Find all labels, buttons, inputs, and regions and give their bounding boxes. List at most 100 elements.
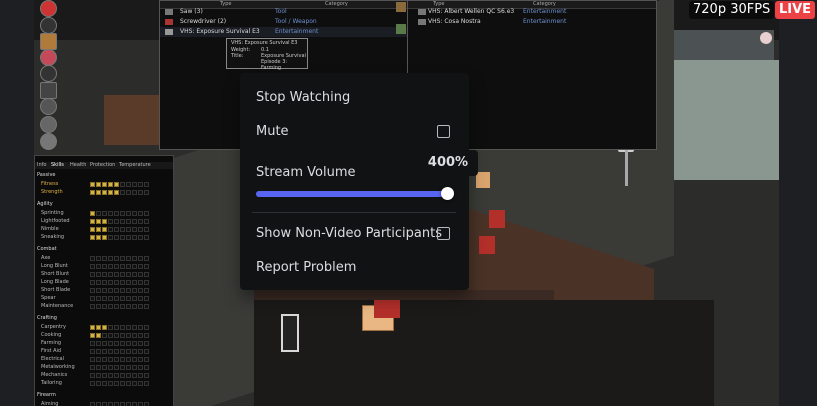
stream-volume-slider[interactable]: [256, 187, 454, 200]
skill-level-box: [138, 325, 143, 330]
skill-level-box: [126, 227, 131, 232]
skill-level-box: [132, 357, 137, 362]
map-icon[interactable]: [40, 82, 57, 99]
skill-level-box: [90, 280, 95, 285]
menu-divider: [252, 212, 456, 213]
skill-level-box: [126, 235, 131, 240]
skill-level-box: [108, 349, 113, 354]
skill-level-box: [90, 288, 95, 293]
skill-level-box: [108, 182, 113, 187]
skill-level-box: [108, 381, 113, 386]
skill-level-box: [132, 333, 137, 338]
skill-section-title: Agility: [37, 201, 53, 207]
menu-item-report-problem[interactable]: Report Problem: [256, 260, 356, 275]
skill-level-box: [114, 288, 119, 293]
skill-level-box: [90, 272, 95, 277]
live-badge: LIVE: [775, 1, 816, 19]
container-icon[interactable]: [396, 2, 406, 12]
skill-level-box: [120, 373, 125, 378]
list-item[interactable]: VHS: Cosa Nostra Entertainment: [408, 17, 656, 27]
skill-level-box: [144, 235, 149, 240]
menu-item-stop-watching[interactable]: Stop Watching: [256, 90, 350, 105]
character-skills-panel: Info Skills Health Protection Temperatur…: [34, 155, 174, 406]
item-tooltip: VHS: Exposure Survival E3 Weight: 0.1 Ti…: [226, 38, 308, 71]
skill-level-box: [132, 211, 137, 216]
skill-level-box: [120, 365, 125, 370]
container-icon[interactable]: [396, 24, 406, 34]
skill-level-box: [108, 288, 113, 293]
skill-level-box: [126, 333, 131, 338]
skill-level-box: [114, 341, 119, 346]
skill-level-bar: [90, 304, 150, 309]
skill-level-box: [126, 373, 131, 378]
empty-slot-icon[interactable]: [40, 17, 57, 34]
skill-level-box: [102, 235, 107, 240]
vhs-icon: [418, 9, 426, 15]
skill-level-bar: [90, 235, 150, 240]
screwdriver-icon: [165, 19, 173, 25]
skill-level-box: [108, 333, 113, 338]
skill-level-bar: [90, 264, 150, 269]
health-icon[interactable]: [40, 0, 57, 17]
skill-row-label: Spear: [41, 295, 56, 301]
skill-level-box: [126, 256, 131, 261]
menu-item-show-non-video-participants[interactable]: Show Non-Video Participants: [256, 226, 442, 241]
skill-level-box: [132, 296, 137, 301]
crafting-icon[interactable]: [40, 65, 57, 82]
tooltip-title-label: Title:: [231, 53, 244, 59]
skill-level-box: [126, 272, 131, 277]
skill-level-box: [114, 357, 119, 362]
search-icon[interactable]: [40, 98, 57, 115]
skill-level-box: [90, 325, 95, 330]
list-item[interactable]: Screwdriver (2) Tool / Weapon: [160, 17, 408, 27]
vhs-icon: [165, 29, 173, 35]
skill-level-box: [102, 365, 107, 370]
stream-quality-badge: 720p 30FPS: [689, 1, 775, 19]
heart-icon[interactable]: [40, 49, 57, 66]
skill-level-box: [114, 235, 119, 240]
skill-level-box: [114, 219, 119, 224]
skill-level-box: [132, 264, 137, 269]
item-category: Entertainment: [275, 28, 319, 35]
tab-skills[interactable]: Skills: [51, 162, 64, 168]
skill-level-bar: [90, 341, 150, 346]
skill-level-box: [102, 357, 107, 362]
skill-level-bar: [90, 365, 150, 370]
skill-level-box: [126, 182, 131, 187]
skill-level-box: [132, 288, 137, 293]
skill-level-box: [144, 190, 149, 195]
stream-context-menu: Stop Watching Mute Stream Volume Show No…: [240, 73, 469, 290]
volume-slider-handle[interactable]: [441, 187, 454, 200]
skill-level-box: [132, 272, 137, 277]
skill-level-box: [144, 256, 149, 261]
menu-item-mute[interactable]: Mute: [256, 124, 289, 139]
skill-level-box: [102, 402, 107, 406]
skill-level-box: [126, 349, 131, 354]
skill-level-box: [126, 381, 131, 386]
show-non-video-checkbox[interactable]: [437, 227, 450, 240]
skill-row-label: First Aid: [41, 348, 62, 354]
skill-level-bar: [90, 219, 150, 224]
list-item[interactable]: Saw (3) Tool: [160, 7, 408, 17]
tab-protection[interactable]: Protection: [90, 162, 115, 168]
skill-level-box: [108, 211, 113, 216]
mute-checkbox[interactable]: [437, 125, 450, 138]
skill-level-box: [90, 256, 95, 261]
inventory-icon[interactable]: [40, 33, 57, 50]
skill-row-label: Sprinting: [41, 210, 64, 216]
volume-tooltip: 400%: [418, 150, 478, 181]
tab-temperature[interactable]: Temperature: [119, 162, 151, 168]
list-item[interactable]: VHS: Albert Wellen QC S6.e3 Entertainmen…: [408, 7, 656, 17]
skill-level-box: [96, 219, 101, 224]
tab-health[interactable]: Health: [70, 162, 86, 168]
skill-level-box: [132, 280, 137, 285]
skill-level-box: [114, 280, 119, 285]
skill-level-box: [138, 235, 143, 240]
character-icon[interactable]: [40, 116, 57, 133]
safety-icon[interactable]: [40, 133, 57, 150]
tab-info[interactable]: Info: [37, 162, 46, 168]
list-item[interactable]: VHS: Exposure Survival E3 Entertainment: [160, 27, 408, 37]
skill-section-title: Crafting: [37, 315, 57, 321]
skill-level-box: [120, 341, 125, 346]
skill-level-bar: [90, 381, 150, 386]
